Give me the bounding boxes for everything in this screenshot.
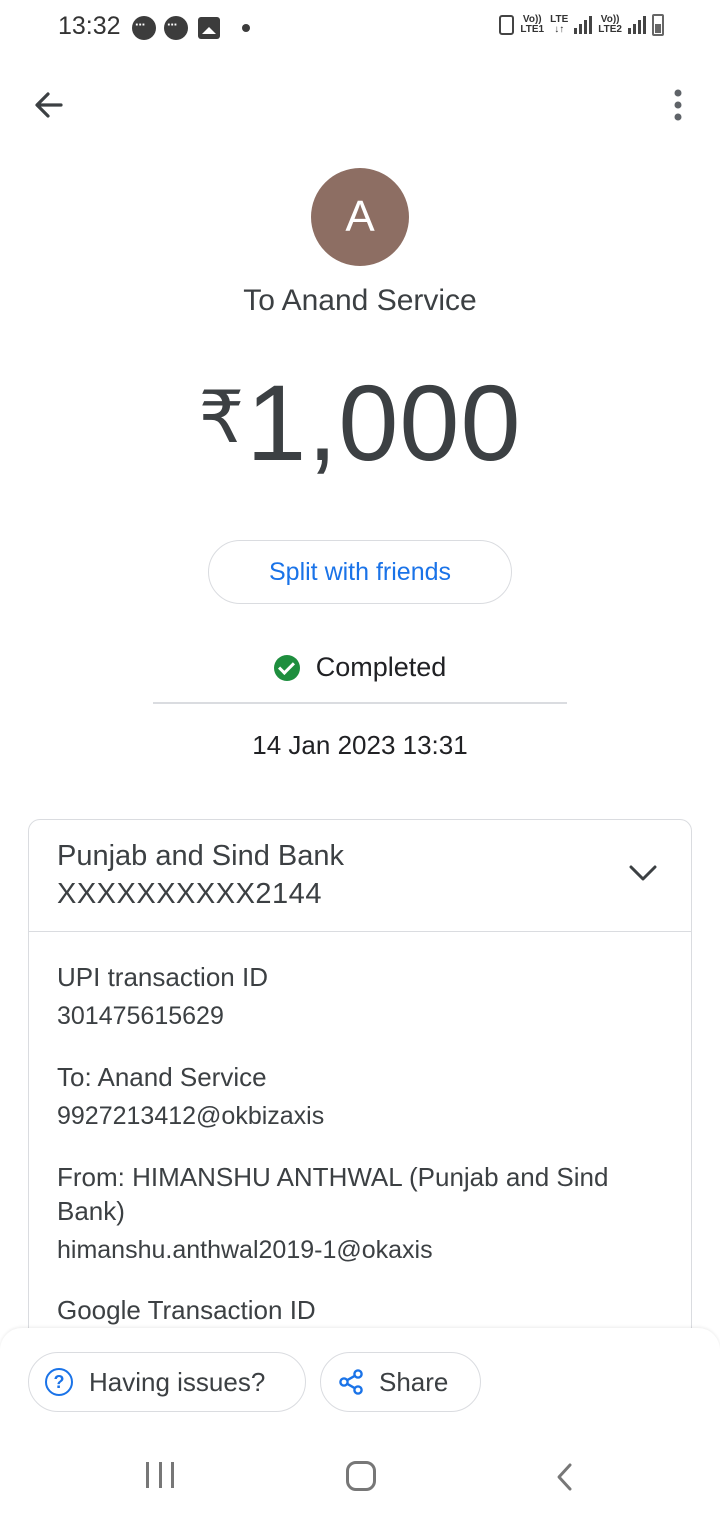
amount-value: 1,000 (246, 362, 522, 483)
share-label: Share (379, 1366, 449, 1397)
payment-status: Completed (0, 652, 720, 683)
volte-lte2-label: Vo)) LTE2 (598, 14, 622, 35)
detail-label: Google Transaction ID (57, 1295, 316, 1325)
detail-label: UPI transaction ID (57, 962, 268, 992)
payee-name: To Anand Service (243, 284, 477, 317)
chat-bubble-icon (164, 16, 188, 40)
check-circle-icon (273, 654, 300, 681)
detail-value: himanshu.anthwal2019-1@okaxis (57, 1236, 433, 1264)
divider (153, 702, 567, 704)
split-with-friends-button[interactable]: Split with friends (208, 540, 512, 604)
home-nav-button[interactable] (346, 1461, 376, 1491)
lte-label: LTE ↓↑ (550, 14, 569, 35)
currency-symbol: ₹ (198, 378, 245, 458)
google-transaction-id-section: Google Transaction ID (57, 1293, 657, 1331)
upi-transaction-id-section: UPI transaction ID 301475615629 (57, 960, 657, 1034)
recents-nav-button[interactable] (146, 1462, 174, 1490)
image-icon (198, 17, 220, 39)
status-text: Completed (315, 652, 447, 682)
chevron-left-icon (557, 1463, 572, 1491)
chevron-down-icon[interactable] (627, 862, 659, 884)
having-issues-button[interactable]: ? Having issues? (28, 1352, 306, 1412)
back-button[interactable] (28, 84, 70, 126)
status-time: 13:32 (58, 12, 121, 40)
sim-icon (499, 15, 515, 35)
system-icons: Vo)) LTE1 LTE ↓↑ Vo)) LTE2 (499, 14, 664, 36)
payee-avatar: A (311, 168, 409, 266)
status-bar: 13:32 Vo))LTE1 LTE↓↑ Vo))LTE2 (0, 0, 720, 58)
from-section: From: HIMANSHU ANTHWAL (Punjab and Sind … (57, 1160, 657, 1268)
more-vert-icon (674, 89, 682, 121)
detail-value: 301475615629 (57, 1002, 224, 1030)
share-button[interactable]: Share (320, 1352, 481, 1412)
bank-account-number: XXXXXXXXXX2144 (57, 878, 322, 910)
more-options-button[interactable] (660, 84, 696, 126)
more-notifications-dot-icon (242, 24, 250, 32)
transaction-details-card: Punjab and Sind Bank XXXXXXXXXX2144 UPI … (28, 819, 692, 1379)
detail-value: 9927213412@okbizaxis (57, 1102, 325, 1130)
bank-account-header[interactable]: Punjab and Sind Bank XXXXXXXXXX2144 (29, 820, 691, 932)
detail-label: To: Anand Service (57, 1062, 267, 1092)
transaction-date: 14 Jan 2023 13:31 (252, 730, 468, 760)
message-bubble-icon (132, 16, 156, 40)
bank-name: Punjab and Sind Bank (57, 840, 344, 872)
payment-amount: ₹1,000 (0, 360, 720, 485)
signal-2-icon (628, 16, 646, 34)
help-icon: ? (45, 1368, 73, 1396)
detail-label: From: HIMANSHU ANTHWAL (Punjab and Sind … (57, 1162, 609, 1226)
arrow-left-icon (35, 92, 63, 118)
signal-1-icon (574, 16, 593, 34)
to-section: To: Anand Service 9927213412@okbizaxis (57, 1060, 657, 1134)
back-nav-button[interactable] (552, 1462, 578, 1492)
notification-icons (132, 16, 250, 40)
volte-lte1-label: Vo)) LTE1 (520, 14, 545, 35)
having-issues-label: Having issues? (89, 1366, 266, 1397)
share-icon (339, 1369, 363, 1395)
battery-icon (652, 14, 664, 36)
